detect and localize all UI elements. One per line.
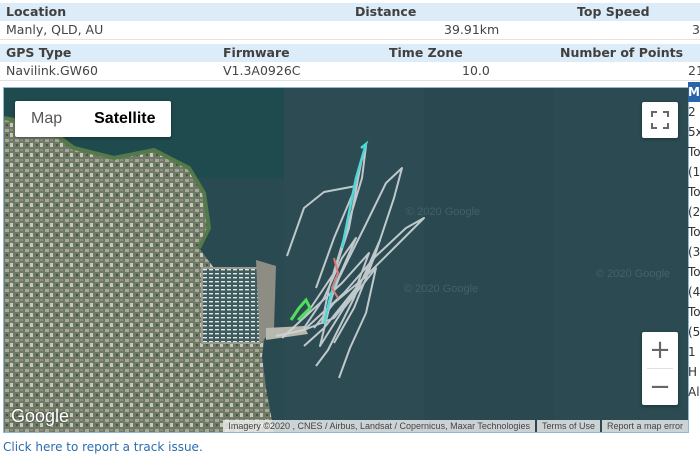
fullscreen-icon bbox=[651, 111, 669, 129]
info-header-row-2: GPS Type Firmware Time Zone Number of Po… bbox=[0, 44, 700, 62]
zoom-control: + − bbox=[642, 332, 678, 405]
header-gps-type: GPS Type bbox=[6, 45, 72, 60]
terms-of-use-link[interactable]: Terms of Use bbox=[536, 420, 600, 432]
report-map-error-link[interactable]: Report a map error bbox=[601, 420, 688, 432]
side-panel-line: To bbox=[688, 305, 700, 319]
satellite-map[interactable]: © 2020 Google © 2020 Google © 2020 Googl… bbox=[3, 87, 689, 433]
header-location: Location bbox=[6, 4, 67, 19]
info-value-row-1: Manly, QLD, AU 39.91km 3 bbox=[0, 21, 700, 40]
side-panel-line: Al bbox=[688, 385, 700, 399]
side-panel-line: To bbox=[688, 145, 700, 159]
track-green-segment bbox=[289, 297, 312, 322]
side-panel-line: To bbox=[688, 185, 700, 199]
side-panel-line: To bbox=[688, 265, 700, 279]
map-type-map-button[interactable]: Map bbox=[15, 101, 78, 137]
value-distance: 39.91km bbox=[444, 22, 500, 37]
value-firmware: V1.3A0926C bbox=[223, 63, 301, 78]
side-panel-line: To bbox=[688, 225, 700, 239]
zoom-out-button[interactable]: − bbox=[642, 369, 678, 405]
fullscreen-button[interactable] bbox=[642, 102, 678, 138]
side-panel-line: (3) bbox=[688, 245, 700, 259]
header-firmware: Firmware bbox=[223, 45, 290, 60]
header-top-speed: Top Speed bbox=[577, 4, 650, 19]
google-logo: Google bbox=[11, 406, 70, 426]
header-number-of-points: Number of Points bbox=[560, 45, 684, 60]
side-panel-line: 1 H bbox=[688, 345, 698, 379]
side-panel-line: M bbox=[688, 82, 700, 102]
side-panel-line: (4) bbox=[688, 285, 700, 299]
side-panel-line: (2) bbox=[688, 205, 700, 219]
header-distance: Distance bbox=[355, 4, 417, 19]
map-type-satellite-button[interactable]: Satellite bbox=[78, 101, 171, 137]
info-value-row-2: Navilink.GW60 V1.3A0926C 10.0 21 bbox=[0, 62, 700, 81]
gps-track-overlay bbox=[275, 140, 425, 379]
side-panel-line: (1) bbox=[688, 165, 700, 179]
info-header-row-1: Location Distance Top Speed bbox=[0, 3, 700, 21]
map-type-control: Map Satellite bbox=[15, 101, 172, 137]
side-panel-line: 5x bbox=[688, 125, 700, 139]
value-number-of-points: 21 bbox=[688, 63, 700, 78]
header-time-zone: Time Zone bbox=[389, 45, 463, 60]
value-time-zone: 10.0 bbox=[462, 63, 490, 78]
value-location: Manly, QLD, AU bbox=[6, 22, 104, 37]
report-track-issue-link[interactable]: Click here to report a track issue. bbox=[3, 440, 203, 454]
value-gps-type: Navilink.GW60 bbox=[6, 63, 98, 78]
map-attribution: Imagery ©2020 , CNES / Airbus, Landsat /… bbox=[221, 420, 688, 432]
side-panel-clipped: M 2 5x To (1) To (2) To (3) To (4) To (5… bbox=[688, 82, 700, 432]
value-top-speed: 3 bbox=[692, 22, 700, 37]
imagery-credit: Imagery ©2020 , CNES / Airbus, Landsat /… bbox=[223, 420, 535, 432]
side-panel-line: (5) bbox=[688, 325, 700, 339]
side-panel-line: 2 bbox=[688, 105, 696, 119]
zoom-in-button[interactable]: + bbox=[642, 332, 678, 368]
